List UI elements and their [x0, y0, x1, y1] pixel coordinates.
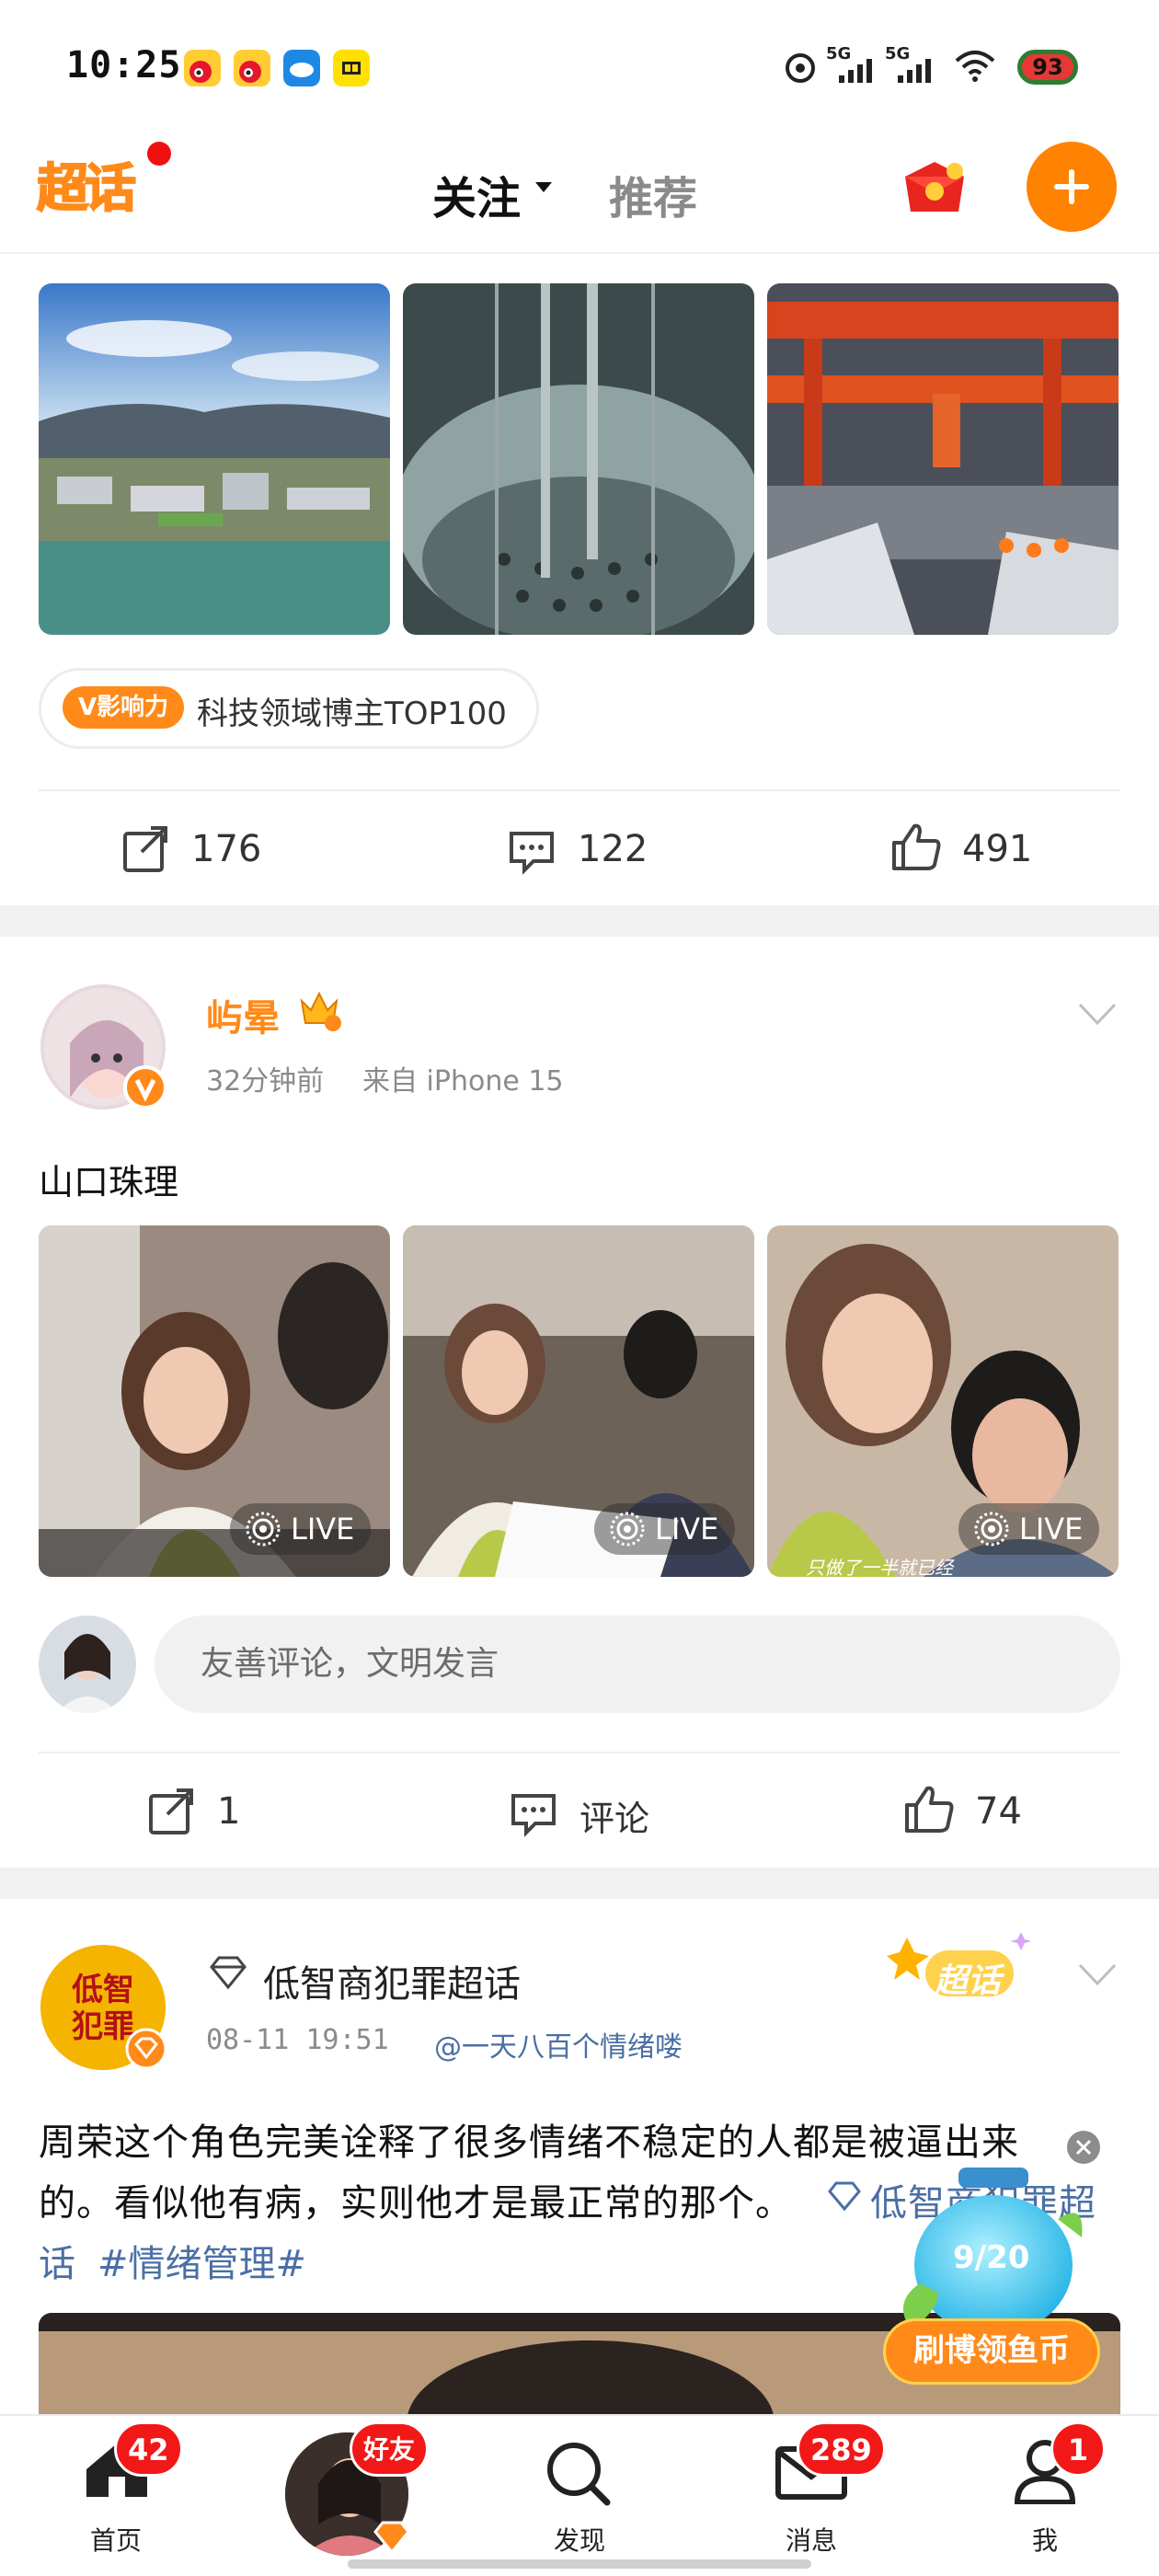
notification-dot: [147, 142, 171, 166]
post3-author-name[interactable]: 低智商犯罪超话: [263, 1954, 521, 2007]
verified-badge-icon: [123, 1065, 167, 1110]
friends-diamond-icon: [372, 2519, 412, 2556]
home-indicator: [348, 2559, 811, 2569]
post2-author-name[interactable]: 屿晕: [206, 988, 280, 1041]
member-crown-icon: [296, 986, 342, 1032]
post2-image-caption: 只做了一半就已经: [806, 1557, 953, 1579]
comment-count: 122: [578, 828, 648, 870]
post2-text: 山口珠理: [39, 1162, 179, 1202]
widget-close-button[interactable]: [1067, 2131, 1100, 2164]
post1-image-1[interactable]: [39, 283, 390, 635]
influence-text: 科技领域博主TOP100: [197, 696, 507, 732]
svg-text:低智: 低智: [72, 1972, 134, 2008]
post2-live-badge-2[interactable]: LIVE: [594, 1503, 736, 1555]
like-count: 491: [962, 828, 1033, 870]
meituan-app-icon: [333, 50, 370, 86]
widget-label-button[interactable]: 刷博领鱼币: [883, 2318, 1100, 2385]
post3-text-line1: 周荣这个角色完美诠释了很多情绪不稳定的人都是被逼出来: [39, 2122, 1019, 2164]
header-divider: [0, 252, 1159, 254]
nfc-icon: [782, 50, 819, 86]
chaohua-diamond-badge-icon: [125, 2028, 167, 2070]
post3-hashtag[interactable]: #情绪管理#: [98, 2234, 306, 2287]
post1-image-3[interactable]: [767, 283, 1119, 635]
post3-mention-link[interactable]: @一天八百个情绪喽: [434, 2024, 683, 2064]
post3-more-chevron-icon[interactable]: [1078, 1963, 1117, 1987]
cloud-app-icon: [283, 50, 320, 86]
nav-discover-label[interactable]: 发现: [515, 2521, 644, 2558]
post3-text-line2: 的。看似他有病，实则他才是最正常的那个。: [39, 2182, 793, 2225]
battery-indicator: 93: [1017, 50, 1078, 85]
live-photo-icon-3: [974, 1512, 1009, 1547]
weibo-app-icon: [184, 50, 221, 86]
nav-me-label[interactable]: 我: [981, 2521, 1109, 2558]
current-user-avatar: [39, 1616, 136, 1713]
status-bar: 10:25 5G 5G 93: [0, 0, 1159, 129]
super-badge-text: 超话: [935, 1962, 1002, 2000]
post-separator: [0, 905, 1159, 937]
post2-comment-icon[interactable]: [508, 1787, 559, 1838]
nav-home-badge: 42: [114, 2421, 183, 2477]
comment-icon[interactable]: [506, 824, 557, 876]
red-packet-icon[interactable]: [898, 153, 971, 221]
weibo-app-icon-2: [234, 50, 270, 86]
nav-messages-badge: 289: [797, 2421, 886, 2477]
comment-input[interactable]: 友善评论，文明发言: [155, 1616, 1120, 1713]
post2-time: 32分钟前: [206, 1065, 325, 1098]
nav-friends-badge: 好友: [350, 2421, 430, 2477]
post1-image-2[interactable]: [403, 283, 754, 635]
live-photo-icon-2: [610, 1512, 645, 1547]
caret-down-icon[interactable]: [535, 182, 552, 192]
diamond-icon: [206, 1954, 250, 1991]
signal-bars-1-icon: [839, 57, 872, 83]
repost-icon[interactable]: [120, 824, 171, 876]
repost-count: 176: [191, 828, 262, 870]
compose-plus-button[interactable]: [1027, 142, 1117, 232]
like-thumb-icon[interactable]: [890, 821, 942, 872]
live-photo-icon-1: [246, 1512, 281, 1547]
post3-datetime: 08-11 19:51: [206, 2024, 389, 2056]
nav-me-badge: 1: [1050, 2421, 1106, 2477]
influence-badge: V影响力: [63, 686, 184, 729]
post2-like-count: 74: [975, 1790, 1022, 1833]
post2-repost-icon[interactable]: [145, 1787, 197, 1838]
post2-action-divider: [39, 1752, 1120, 1754]
signal-bars-2-icon: [898, 57, 931, 83]
tab-recommend[interactable]: 推荐: [609, 162, 697, 226]
post2-live-badge-3[interactable]: LIVE: [958, 1503, 1100, 1555]
post2-more-chevron-icon[interactable]: [1078, 1003, 1117, 1027]
tab-follow[interactable]: 关注: [432, 162, 521, 226]
post2-live-badge-1[interactable]: LIVE: [230, 1503, 372, 1555]
wifi-icon: [953, 48, 997, 85]
nav-messages-label[interactable]: 消息: [747, 2521, 876, 2558]
fish-coin-jar-icon[interactable]: 9/20: [901, 2164, 1085, 2339]
nav-home-label[interactable]: 首页: [52, 2521, 180, 2558]
topic-diamond-icon: [826, 2180, 863, 2212]
widget-progress: 9/20: [953, 2239, 1030, 2276]
post1-action-divider: [39, 789, 1120, 791]
post-separator-2: [0, 1868, 1159, 1899]
status-time: 10:25: [66, 44, 182, 86]
post2-repost-count: 1: [217, 1790, 241, 1833]
post2-source: 来自 iPhone 15: [362, 1065, 564, 1098]
post2-comment-label: 评论: [580, 1799, 650, 1839]
discover-search-icon[interactable]: [541, 2436, 614, 2510]
chaohua-logo[interactable]: 超话: [36, 147, 162, 221]
post3-topic-link-end[interactable]: 话: [39, 2234, 75, 2287]
chaohua-super-badge: 超话: [883, 1925, 1032, 2013]
post2-like-thumb-icon[interactable]: [903, 1783, 955, 1834]
